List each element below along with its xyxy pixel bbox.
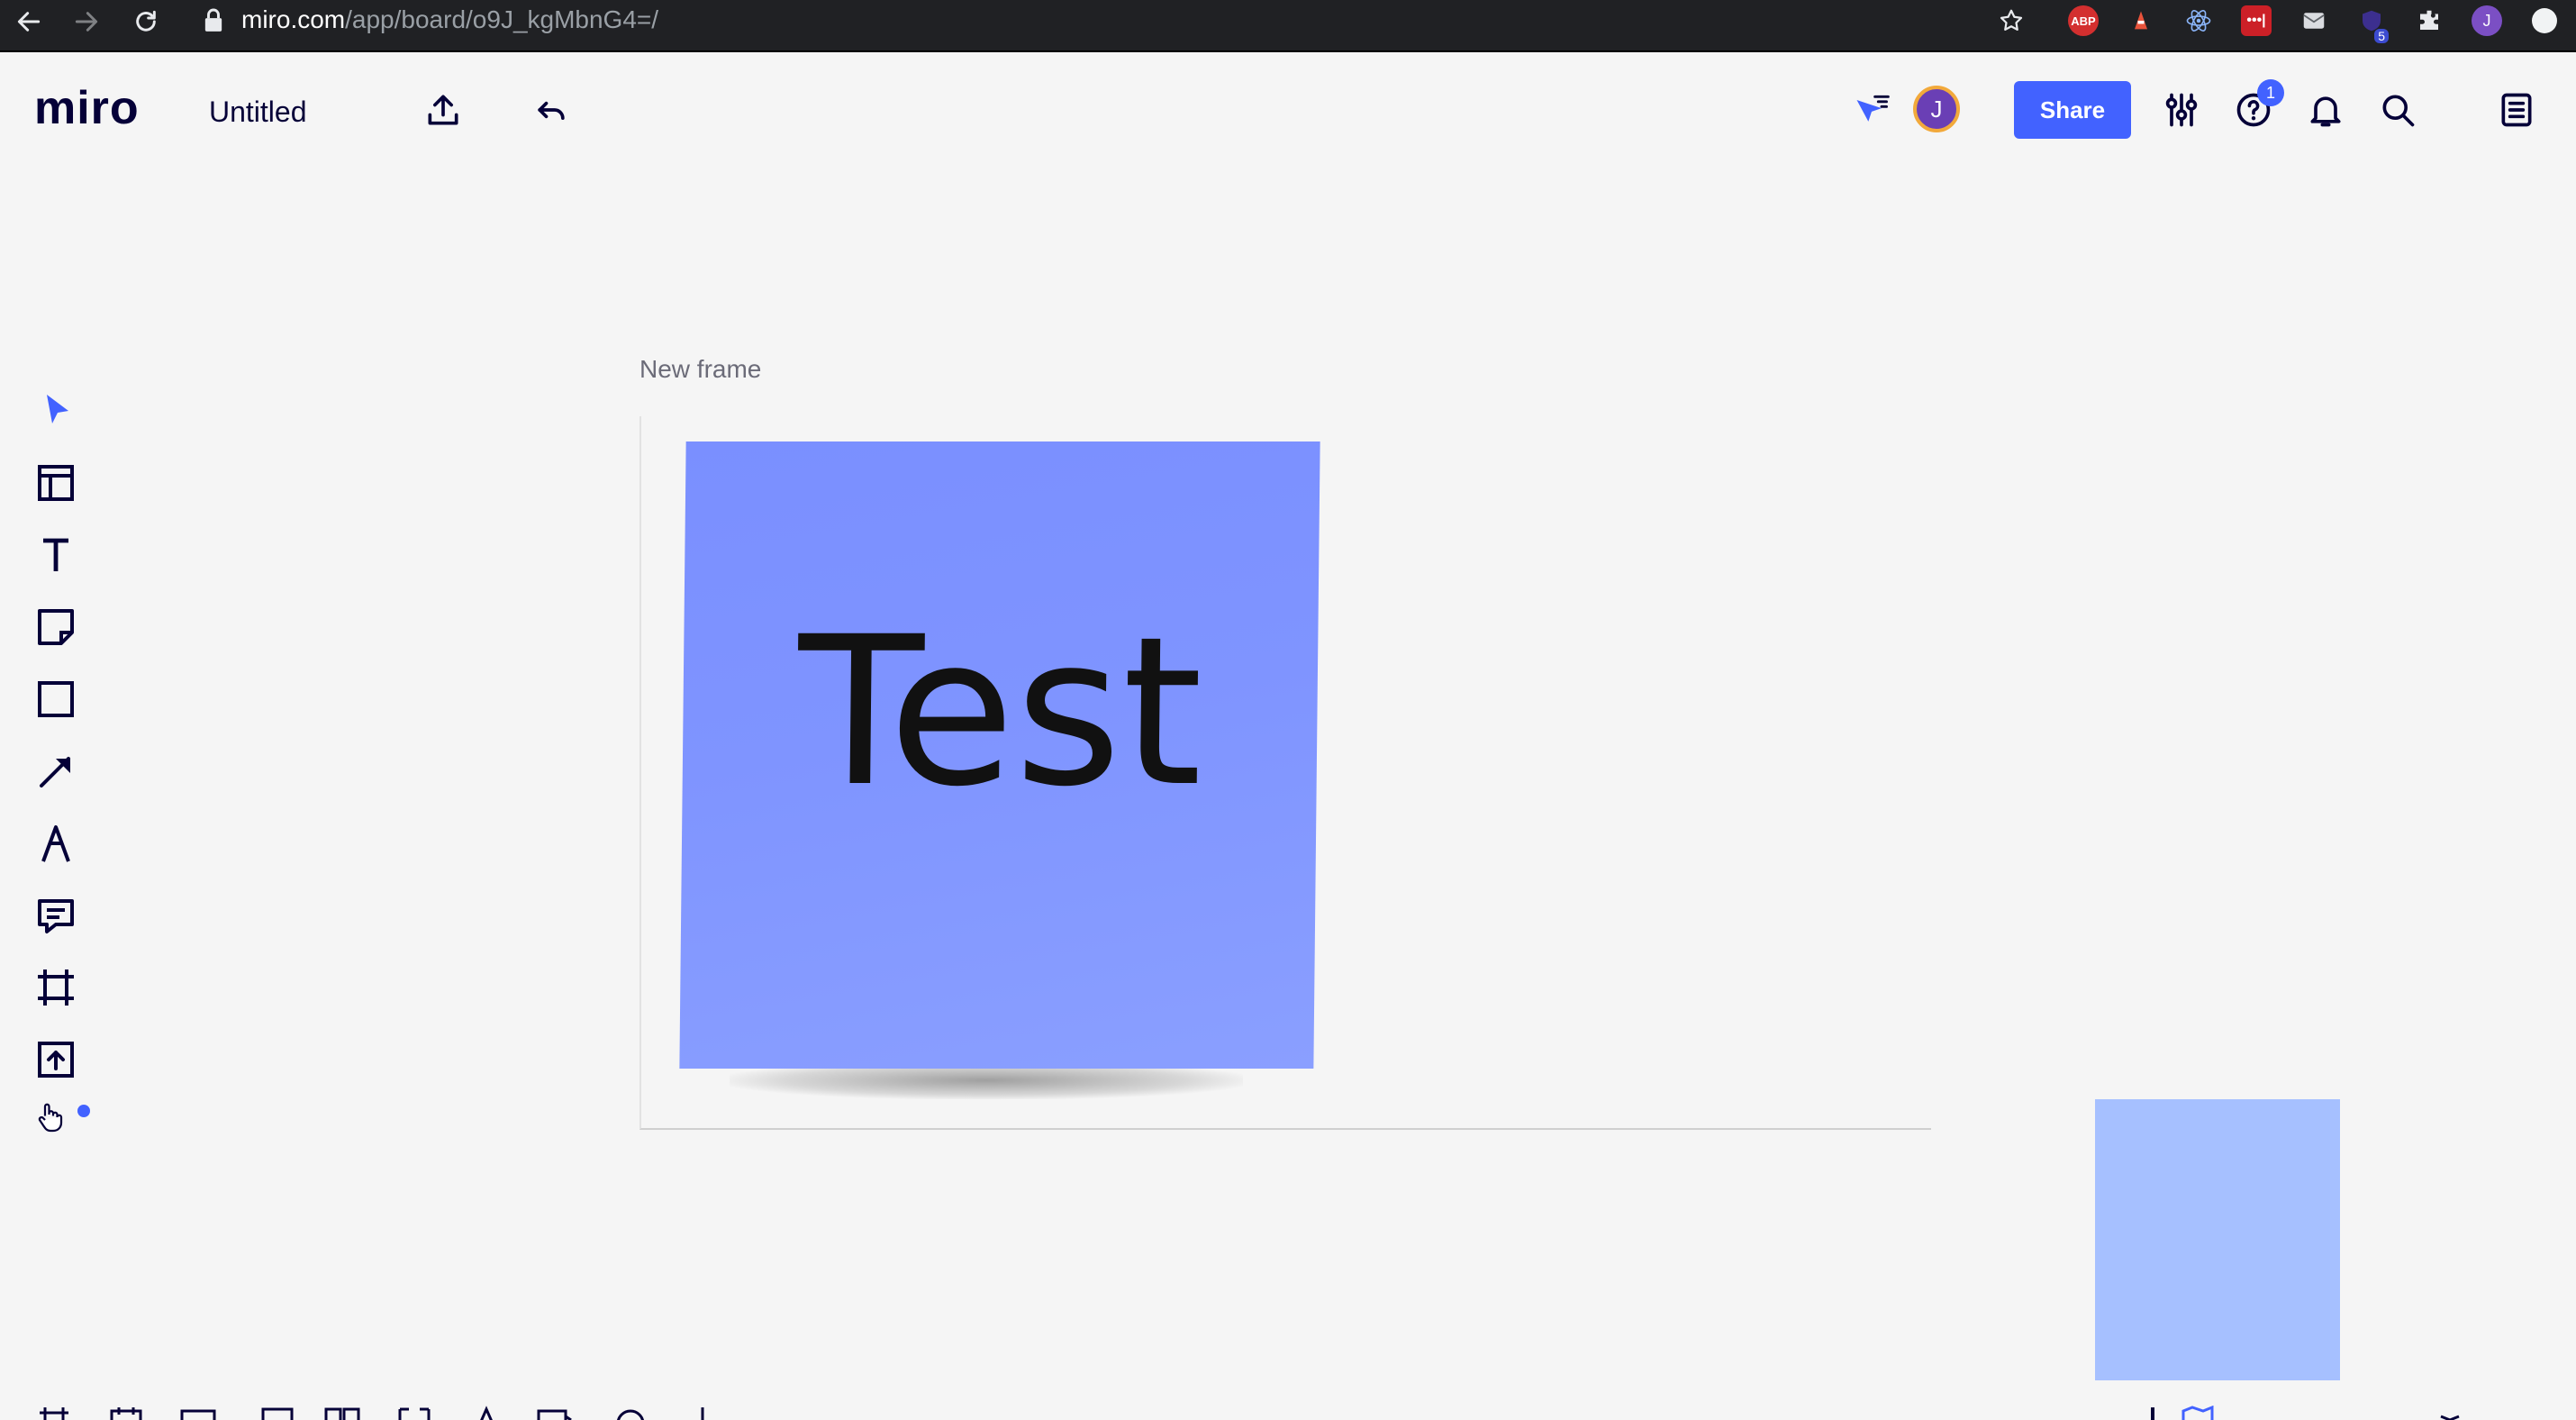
ext-red-icon[interactable] bbox=[2126, 5, 2156, 36]
comment-icon bbox=[38, 899, 74, 933]
back-icon[interactable] bbox=[5, 2, 52, 41]
ext-puzzle-badge-icon[interactable]: 5 bbox=[2356, 5, 2389, 43]
sticky-note-small[interactable] bbox=[2095, 1099, 2340, 1380]
frame-label[interactable]: New frame bbox=[639, 353, 761, 386]
more-apps-tool[interactable] bbox=[31, 1097, 70, 1137]
search-icon[interactable] bbox=[2372, 85, 2423, 135]
upload-icon bbox=[38, 1042, 74, 1078]
bottom-tool-icon[interactable] bbox=[108, 1406, 144, 1420]
bottom-tool-icon[interactable] bbox=[36, 1406, 72, 1420]
url-host: miro.com bbox=[241, 5, 346, 33]
settings-sliders-icon[interactable] bbox=[2156, 85, 2207, 135]
ext-white-icon[interactable] bbox=[2529, 5, 2560, 36]
sticky-note-text[interactable]: Test bbox=[682, 592, 1319, 832]
frame-tool[interactable] bbox=[31, 962, 81, 1013]
templates-tool[interactable] bbox=[31, 458, 81, 508]
bottom-tool-icon[interactable] bbox=[685, 1406, 721, 1420]
help-notification-badge: 1 bbox=[2257, 79, 2284, 106]
shape-tool[interactable] bbox=[31, 674, 81, 724]
cursor-icon bbox=[47, 395, 68, 423]
star-icon[interactable] bbox=[1996, 5, 2027, 36]
template-icon bbox=[38, 465, 74, 501]
bottom-tool-icon[interactable] bbox=[537, 1406, 573, 1420]
bottom-map-icon[interactable] bbox=[2180, 1406, 2216, 1420]
adblock-icon[interactable]: ABP bbox=[2068, 5, 2099, 36]
bottom-tool-icon[interactable] bbox=[180, 1406, 216, 1420]
new-feature-dot bbox=[77, 1105, 90, 1117]
lock-icon bbox=[204, 8, 222, 32]
follow-cursor-icon[interactable] bbox=[1846, 85, 1897, 135]
url-path: /app/board/o9J_kgMbnG4=/ bbox=[345, 5, 659, 33]
address-bar[interactable]: miro.com/app/board/o9J_kgMbnG4=/ bbox=[204, 0, 658, 40]
bottom-tool-icon[interactable] bbox=[396, 1406, 432, 1420]
sticky-note-tool[interactable] bbox=[31, 602, 81, 652]
bottom-tool-icon[interactable] bbox=[2432, 1406, 2468, 1420]
text-icon bbox=[43, 538, 68, 571]
text-tool[interactable] bbox=[31, 530, 81, 580]
bottom-tool-icon[interactable] bbox=[2135, 1406, 2171, 1420]
profile-avatar-icon[interactable]: J bbox=[2472, 5, 2502, 36]
arrow-icon bbox=[40, 757, 70, 787]
connection-line-tool[interactable] bbox=[31, 746, 81, 796]
reload-icon[interactable] bbox=[122, 2, 169, 41]
pen-icon bbox=[41, 825, 70, 862]
extension-badge: 5 bbox=[2374, 29, 2389, 43]
upload-tool[interactable] bbox=[31, 1034, 81, 1085]
forward-icon[interactable] bbox=[63, 2, 110, 41]
export-icon[interactable] bbox=[418, 85, 468, 135]
hand-cursor-icon bbox=[38, 1103, 63, 1133]
undo-icon[interactable] bbox=[526, 85, 576, 135]
frame-icon bbox=[38, 969, 74, 1006]
board-list-icon[interactable] bbox=[2491, 85, 2542, 135]
board-title[interactable]: Untitled bbox=[209, 94, 307, 130]
comment-tool[interactable] bbox=[31, 890, 81, 941]
puzzle-icon[interactable] bbox=[2414, 5, 2444, 36]
select-tool[interactable] bbox=[31, 386, 81, 436]
miro-logo[interactable]: miro bbox=[34, 85, 140, 132]
lastpass-icon[interactable]: •••| bbox=[2241, 5, 2272, 36]
bottom-tool-icon[interactable] bbox=[468, 1406, 504, 1420]
user-avatar[interactable]: J bbox=[1913, 86, 1960, 132]
share-button[interactable]: Share bbox=[2014, 81, 2131, 139]
browser-chrome: miro.com/app/board/o9J_kgMbnG4=/ ABP •••… bbox=[0, 0, 2576, 52]
ext-mail-icon[interactable] bbox=[2299, 5, 2329, 36]
sticky-note-icon bbox=[38, 609, 74, 645]
pen-tool[interactable] bbox=[31, 818, 81, 869]
bottom-tool-icon[interactable] bbox=[259, 1406, 295, 1420]
bell-icon[interactable] bbox=[2300, 85, 2351, 135]
square-icon bbox=[38, 681, 74, 717]
bottom-tool-icon[interactable] bbox=[612, 1406, 649, 1420]
react-icon[interactable] bbox=[2183, 5, 2214, 36]
bottom-tool-icon[interactable] bbox=[324, 1406, 360, 1420]
sticky-note[interactable]: Test bbox=[679, 441, 1320, 1069]
